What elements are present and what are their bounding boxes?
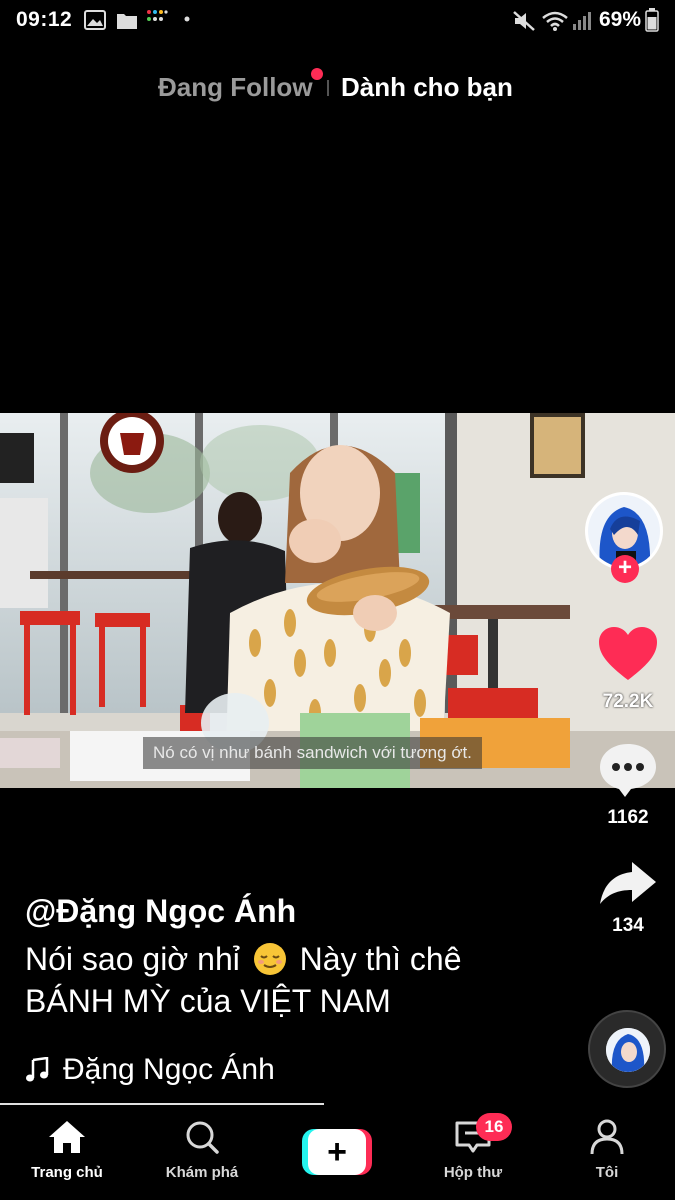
caption-text-3: BÁNH MỲ của VIỆT NAM [25, 983, 391, 1019]
mute-icon [513, 11, 535, 31]
tab-separator [327, 80, 329, 96]
folder-icon [117, 14, 137, 29]
status-bar: 09:12 69% [0, 0, 675, 40]
signal-icon [573, 12, 591, 30]
relieved-face-emoji-icon [253, 943, 286, 975]
home-icon [49, 1121, 85, 1153]
video-subtitle: Nó có vị như bánh sandwich với tương ớt. [143, 737, 482, 769]
music-note-icon [26, 1057, 49, 1082]
feed-tabs: Đang Follow Dành cho bạn [0, 66, 675, 110]
inbox-badge: 16 [476, 1113, 512, 1141]
tab-for-you[interactable]: Dành cho bạn [341, 72, 513, 103]
comment-count: 1162 [607, 807, 649, 828]
creator-avatar[interactable]: + [585, 492, 663, 583]
nav-discover[interactable]: Khám phá [147, 1119, 257, 1181]
battery-percent: 69% [598, 8, 641, 31]
post-caption: @Đặng Ngọc Ánh Nói sao giờ nhỉ Này thì c… [25, 890, 585, 1022]
disc-cover-image [606, 1028, 650, 1072]
comment-icon [600, 744, 656, 797]
follow-plus-button[interactable]: + [611, 555, 639, 583]
music-info[interactable]: Đặng Ngọc Ánh [25, 1050, 275, 1090]
nav-home-label: Trang chủ [31, 1164, 103, 1181]
nav-inbox-label: Hộp thư [443, 1164, 503, 1181]
create-button[interactable]: + [302, 1129, 372, 1175]
new-content-dot [311, 68, 323, 80]
share-arrow-icon [600, 862, 656, 904]
nav-profile-label: Tôi [595, 1164, 619, 1181]
status-time: 09:12 [16, 8, 73, 31]
bottom-nav: Trang chủ Khám phá + Hộp thư Tôi [0, 1105, 675, 1200]
wifi-icon [542, 11, 568, 31]
music-title: Đặng Ngọc Ánh [63, 1053, 275, 1086]
heart-icon [599, 627, 657, 680]
like-button[interactable]: 72.2K [590, 626, 666, 713]
caption-text-1: Nói sao giờ nhỉ [25, 941, 240, 977]
gallery-icon [84, 10, 106, 30]
dot-icon [184, 16, 190, 22]
video-frame [0, 413, 675, 788]
share-button[interactable]: 134 [590, 860, 666, 937]
app-dots-icon [147, 10, 168, 21]
comment-button[interactable]: 1162 [590, 742, 666, 829]
post-description: Nói sao giờ nhỉ Này thì chê BÁNH MỲ của … [25, 938, 585, 1022]
search-icon [186, 1121, 219, 1154]
disc-cover [606, 1028, 650, 1072]
nav-home[interactable]: Trang chủ [12, 1119, 122, 1181]
like-count: 72.2K [602, 691, 654, 712]
share-count: 134 [612, 915, 644, 936]
author-name[interactable]: @Đặng Ngọc Ánh [25, 890, 585, 932]
tab-following[interactable]: Đang Follow [158, 72, 313, 103]
music-disc[interactable] [588, 1010, 666, 1088]
video-player[interactable]: Nó có vị như bánh sandwich với tương ớt. [0, 413, 675, 788]
plus-icon: + [308, 1129, 366, 1175]
nav-profile[interactable]: Tôi [552, 1119, 662, 1181]
nav-discover-label: Khám phá [165, 1164, 239, 1181]
battery-icon [645, 8, 659, 32]
profile-icon [590, 1119, 624, 1155]
caption-text-2: Này thì chê [299, 941, 462, 977]
